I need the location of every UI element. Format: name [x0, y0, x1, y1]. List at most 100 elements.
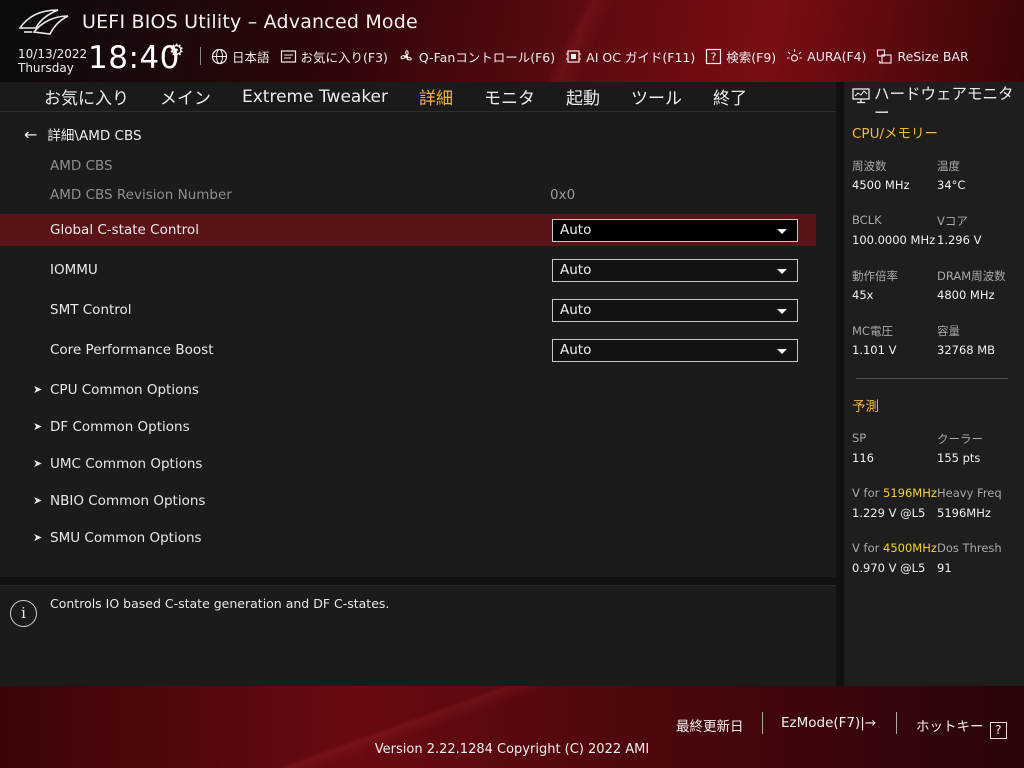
revision-value: 0x0: [550, 187, 576, 203]
ai-oc-icon: [565, 48, 582, 65]
tab-monitor[interactable]: モニタ: [484, 84, 535, 109]
aura-button[interactable]: AURA(F4): [786, 48, 866, 65]
help-panel: i Controls IO based C-state generation a…: [0, 585, 836, 686]
setting-row-iommu[interactable]: IOMMU Auto: [0, 254, 816, 286]
setting-row-core-boost[interactable]: Core Performance Boost Auto: [0, 334, 816, 366]
smt-dropdown[interactable]: Auto: [552, 299, 798, 322]
core-boost-dropdown[interactable]: Auto: [552, 339, 798, 362]
setting-label: IOMMU: [50, 262, 98, 278]
tab-boot[interactable]: 起動: [566, 84, 600, 109]
dropdown-value: Auto: [560, 262, 592, 278]
aura-icon: [786, 48, 803, 65]
fan-icon: [398, 48, 415, 65]
submenu-cpu-common[interactable]: ➤ CPU Common Options: [0, 376, 816, 406]
search-button[interactable]: ? 検索(F9): [705, 47, 776, 66]
v-for-base-value: 0.970 V @L5: [852, 561, 926, 575]
frequency-label: 周波数: [852, 159, 887, 173]
sp-value: 116: [852, 451, 874, 465]
submenu-umc-common[interactable]: ➤ UMC Common Options: [0, 450, 816, 480]
bclk-value: 100.0000 MHz: [852, 233, 936, 247]
exit-arrow-icon: →: [864, 715, 877, 731]
capacity-value: 32768 MB: [937, 343, 996, 357]
v-for-freq: 4500MHz: [883, 541, 937, 555]
date-text: 10/13/2022: [18, 47, 88, 61]
search-label: 検索(F9): [726, 49, 777, 65]
section-title: AMD CBS: [50, 158, 113, 174]
submenu-df-common[interactable]: ➤ DF Common Options: [0, 413, 816, 443]
cooler-label: クーラー: [937, 432, 983, 446]
global-cstate-dropdown[interactable]: Auto: [552, 219, 798, 242]
caret-down-icon: [777, 229, 787, 234]
app-title: UEFI BIOS Utility – Advanced Mode: [82, 11, 418, 33]
dram-frequency-label: DRAM周波数: [937, 269, 1006, 283]
last-modified-button[interactable]: 最終更新日: [676, 715, 744, 735]
resize-bar-button[interactable]: ReSize BAR: [876, 48, 969, 65]
tab-main[interactable]: メイン: [160, 84, 211, 109]
info-icon: i: [10, 600, 37, 627]
setting-row-global-cstate[interactable]: Global C-state Control Auto: [0, 214, 816, 246]
submenu-label: CPU Common Options: [50, 382, 199, 398]
chevron-right-icon: ➤: [33, 531, 43, 544]
caret-down-icon: [777, 349, 787, 354]
dropdown-value: Auto: [560, 222, 592, 238]
ratio-label: 動作倍率: [852, 269, 898, 283]
date-display: 10/13/2022 Thursday: [18, 47, 87, 75]
setting-label: Core Performance Boost: [50, 342, 214, 358]
v-for-high-value: 1.229 V @L5: [852, 506, 926, 520]
language-button[interactable]: 日本語: [211, 47, 270, 66]
v-for-prefix: V for: [852, 541, 883, 555]
favorites-button[interactable]: お気に入り(F3): [280, 47, 388, 66]
tab-extreme-tweaker[interactable]: Extreme Tweaker: [242, 87, 388, 107]
mc-voltage-label: MC電圧: [852, 324, 893, 338]
vcore-value: 1.296 V: [937, 233, 982, 247]
submenu-nbio-common[interactable]: ➤ NBIO Common Options: [0, 487, 816, 517]
ezmode-label: EzMode(F7)|: [781, 715, 865, 731]
dos-thresh-value: 91: [937, 561, 952, 575]
gear-icon[interactable]: ⚙: [169, 41, 184, 61]
mc-voltage-value: 1.101 V: [852, 343, 897, 357]
revision-label: AMD CBS Revision Number: [50, 187, 232, 203]
dos-thresh-label: Dos Thresh: [937, 541, 1002, 555]
settings-panel: ← 詳細\AMD CBS AMD CBS AMD CBS Revision Nu…: [0, 112, 836, 577]
temperature-value: 34°C: [937, 178, 966, 192]
ezmode-button[interactable]: EzMode(F7)|→: [781, 715, 876, 731]
submenu-smu-common[interactable]: ➤ SMU Common Options: [0, 524, 816, 554]
qfan-button[interactable]: Q-Fanコントロール(F6): [398, 47, 555, 66]
hotkeys-button[interactable]: ホットキー ?: [916, 715, 1007, 739]
iommu-dropdown[interactable]: Auto: [552, 259, 798, 282]
tab-advanced[interactable]: 詳細: [419, 84, 454, 114]
monitor-title: ハードウェアモニター: [874, 85, 1014, 122]
ai-oc-button[interactable]: AI OC ガイド(F11): [565, 47, 695, 66]
rog-logo-icon: [18, 9, 69, 35]
chevron-right-icon: ➤: [33, 383, 43, 396]
v-for-prefix: V for: [852, 486, 883, 500]
v-for-freq: 5196MHz: [883, 486, 937, 500]
bclk-label: BCLK: [852, 213, 882, 227]
revision-row: AMD CBS Revision Number 0x0: [0, 179, 816, 211]
breadcrumb-path: 詳細\AMD CBS: [47, 128, 142, 144]
setting-row-smt[interactable]: SMT Control Auto: [0, 294, 816, 326]
version-text: Version 2.22.1284 Copyright (C) 2022 AMI: [374, 742, 650, 757]
back-arrow-icon[interactable]: ←: [24, 125, 37, 144]
resize-bar-icon: [876, 48, 893, 65]
submenu-label: DF Common Options: [50, 419, 190, 435]
heavy-freq-label: Heavy Freq: [937, 486, 1002, 500]
tab-favorites[interactable]: お気に入り: [44, 84, 129, 109]
submenu-label: UMC Common Options: [50, 456, 203, 472]
language-label: 日本語: [232, 49, 270, 65]
heavy-freq-value: 5196MHz: [937, 506, 991, 520]
v-for-high-label: V for 5196MHz: [852, 486, 937, 500]
footer-divider: [762, 712, 763, 734]
temperature-label: 温度: [937, 159, 960, 173]
qfan-label: Q-Fanコントロール(F6): [418, 49, 556, 65]
footer-divider: [896, 712, 897, 734]
day-text: Thursday: [18, 61, 74, 75]
ai-oc-label: AI OC ガイド(F11): [586, 49, 696, 65]
tab-exit[interactable]: 終了: [713, 84, 747, 109]
setting-label: Global C-state Control: [50, 222, 199, 238]
v-for-base-label: V for 4500MHz: [852, 541, 937, 555]
main-menu-bar: お気に入り メイン Extreme Tweaker 詳細 モニタ 起動 ツール …: [0, 82, 836, 114]
tab-tool[interactable]: ツール: [631, 84, 682, 109]
hotkeys-label: ホットキー: [916, 719, 984, 735]
dropdown-value: Auto: [560, 342, 592, 358]
